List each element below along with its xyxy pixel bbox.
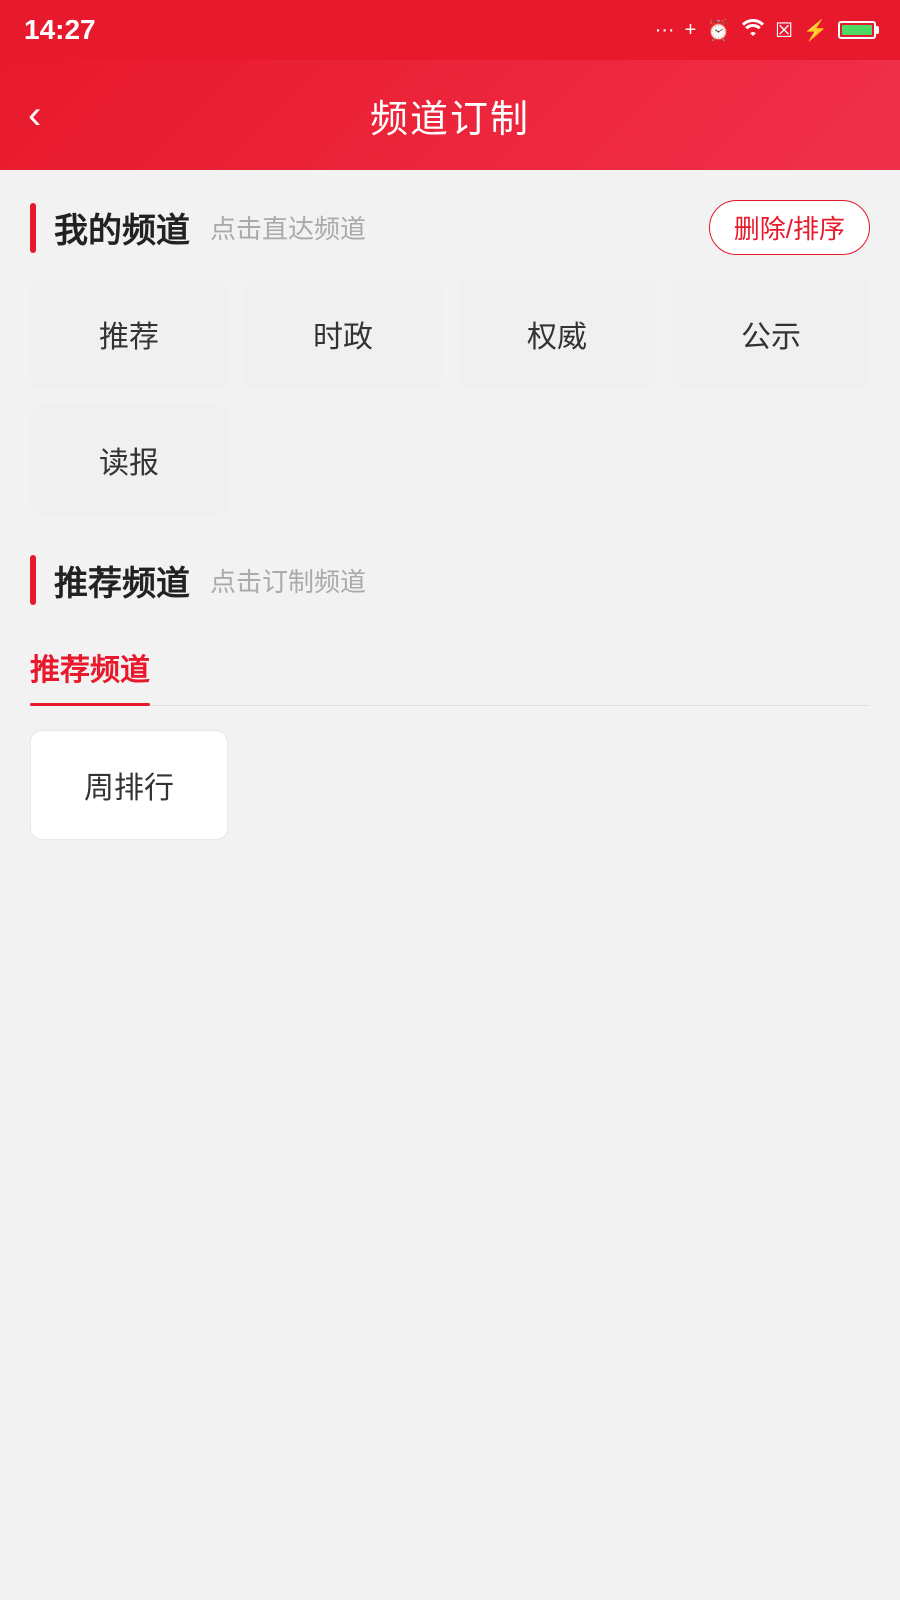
battery-icon (838, 21, 876, 39)
recommended-grid: 周排行 (30, 730, 870, 840)
bluetooth-icon: + (685, 19, 697, 42)
back-button[interactable]: ‹ (28, 95, 41, 135)
my-channels-title: 我的频道 (54, 203, 190, 252)
content: 我的频道 点击直达频道 删除/排序 推荐 时政 权威 公示 读报 (0, 170, 900, 1600)
header: ‹ 频道订制 (0, 60, 900, 170)
my-channels-action: 删除/排序 (709, 200, 870, 255)
channel-item-dubao[interactable]: 读报 (30, 405, 228, 515)
my-channels-section: 我的频道 点击直达频道 删除/排序 推荐 时政 权威 公示 读报 (30, 200, 870, 515)
recommended-channels-header: 推荐频道 点击订制频道 (30, 555, 870, 605)
my-channels-header: 我的频道 点击直达频道 删除/排序 (30, 200, 870, 255)
recommended-tabs: 推荐频道 (30, 629, 870, 706)
channel-item-shizheng[interactable]: 时政 (244, 279, 442, 389)
wifi-icon (741, 17, 765, 43)
delete-sort-button[interactable]: 删除/排序 (709, 200, 870, 255)
my-channels-grid: 推荐 时政 权威 公示 读报 (30, 279, 870, 515)
alarm-icon: ⏰ (706, 18, 731, 43)
status-time: 14:27 (24, 14, 96, 46)
sim-icon: ☒ (775, 18, 793, 43)
section-bar-indicator-2 (30, 555, 36, 605)
recommended-channels-section: 推荐频道 点击订制频道 推荐频道 周排行 (30, 555, 870, 840)
dots-icon: ··· (655, 19, 675, 42)
section-bar-indicator (30, 203, 36, 253)
my-channels-subtitle: 点击直达频道 (210, 209, 366, 246)
tab-recommended[interactable]: 推荐频道 (30, 629, 150, 705)
recommended-channels-title: 推荐频道 (54, 556, 190, 605)
channel-item-gongshi[interactable]: 公示 (672, 279, 870, 389)
channel-item-quanwei[interactable]: 权威 (458, 279, 656, 389)
charge-icon: ⚡ (803, 18, 828, 43)
recommended-item-zhoupaihang[interactable]: 周排行 (30, 730, 228, 840)
page-title: 频道订制 (370, 88, 530, 143)
channel-item-tuijian[interactable]: 推荐 (30, 279, 228, 389)
status-bar: 14:27 ··· + ⏰ ☒ ⚡ (0, 0, 900, 60)
recommended-channels-subtitle: 点击订制频道 (210, 562, 366, 599)
status-icons: ··· + ⏰ ☒ ⚡ (655, 17, 876, 43)
